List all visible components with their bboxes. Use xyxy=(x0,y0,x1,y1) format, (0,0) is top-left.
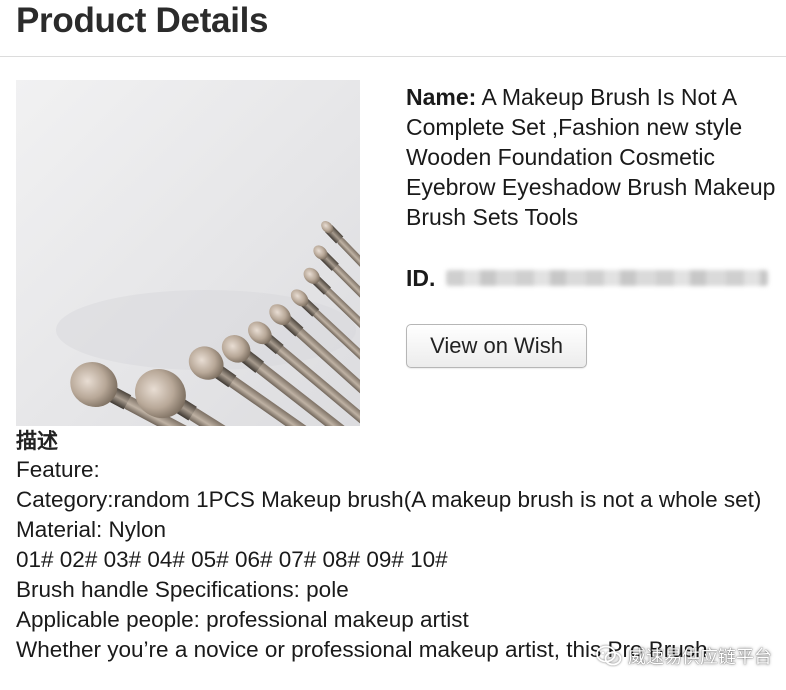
makeup-brushes-illustration xyxy=(56,221,360,426)
page-title: Product Details xyxy=(16,1,269,40)
name-label: Name: xyxy=(406,84,477,110)
description-line: Material: Nylon xyxy=(16,517,167,542)
id-label: ID. xyxy=(406,265,436,291)
id-value-redacted xyxy=(446,270,768,286)
product-name: Name: A Makeup Brush Is Not A Complete S… xyxy=(406,82,776,232)
product-details-page: Product Details Name: A Makeup Brush Is … xyxy=(0,0,786,690)
product-info: Name: A Makeup Brush Is Not A Complete S… xyxy=(406,80,776,368)
title-divider xyxy=(0,56,786,57)
description-heading: 描述 xyxy=(16,429,58,453)
description-line: Category:random 1PCS Makeup brush(A make… xyxy=(16,487,762,512)
description-line: Feature: xyxy=(16,457,100,482)
view-on-wish-button[interactable]: View on Wish xyxy=(406,324,587,368)
product-image xyxy=(16,80,360,426)
watermark-text: 威速易供应链平台 xyxy=(628,647,772,668)
description-line: Applicable people: professional makeup a… xyxy=(16,607,469,632)
description-section: 描述 Feature: Category:random 1PCS Makeup … xyxy=(16,427,786,665)
description-line: Brush handle Specifications: pole xyxy=(16,577,349,602)
watermark: 威速易供应链平台 xyxy=(596,640,772,672)
product-id: ID. xyxy=(406,262,776,294)
description-line: 01# 02# 03# 04# 05# 06# 07# 08# 09# 10# xyxy=(16,547,448,572)
wechat-icon xyxy=(596,645,622,666)
